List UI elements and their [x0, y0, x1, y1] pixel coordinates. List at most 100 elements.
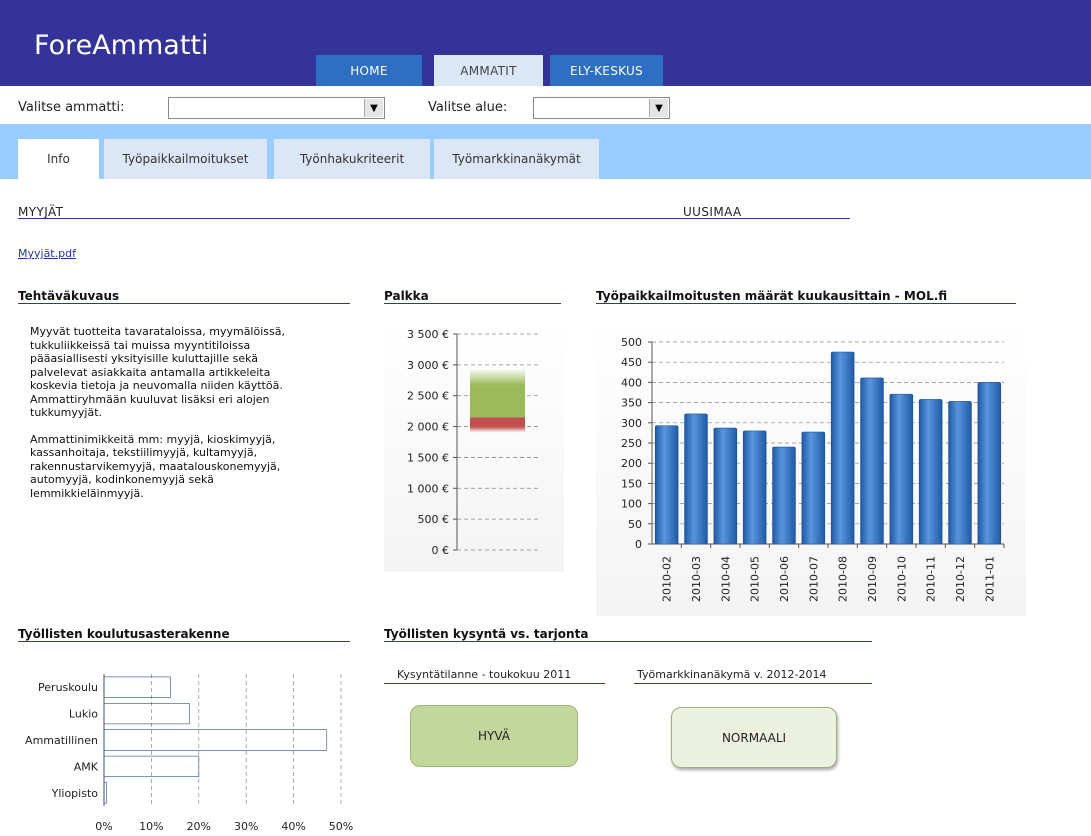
section-title-job-description: Tehtäväkuvaus	[18, 289, 120, 303]
region-select-label: Valitse alue:	[428, 100, 508, 115]
salary-tick-label: 3 000 €	[407, 359, 449, 372]
ads-x-tick-label: 2010-03	[690, 556, 703, 602]
ads-bar	[684, 413, 708, 545]
ads-x-tick-label: 2010-11	[925, 556, 938, 602]
edu-category-label: Ammatillinen	[25, 734, 98, 747]
edu-bar	[103, 703, 190, 725]
header-divider	[18, 218, 850, 219]
edu-category-label: Lukio	[69, 708, 98, 721]
ads-x-tick-label: 2010-06	[778, 556, 791, 602]
ads-y-tick-label: 400	[621, 376, 642, 389]
description-line: pääasiallisesti yksityisille kuluttajill…	[30, 352, 259, 365]
ads-x-tick-label: 2010-04	[719, 556, 732, 602]
ads-bar	[713, 427, 738, 545]
chevron-down-icon[interactable]: ▼	[364, 99, 383, 117]
section-divider	[18, 303, 350, 304]
edu-x-tick-label: 0%	[95, 820, 112, 833]
tab-tyopaikkailmoitukset[interactable]: Työpaikkailmoitukset	[104, 139, 267, 179]
ads-y-tick-label: 300	[621, 417, 642, 430]
ads-x-tick-label: 2011-01	[983, 556, 996, 602]
salary-tick-label: 1 500 €	[407, 451, 449, 464]
description-line: Ammattiryhmään kuuluvat lisäksi eri aloj…	[30, 392, 270, 406]
ads-bar	[860, 377, 884, 545]
outlook-label: Työmarkkinanäkymä v. 2012-2014	[637, 668, 827, 681]
outlook-divider	[634, 683, 872, 684]
description-line: palvelevat asiakkaita antamalla artikkel…	[30, 365, 271, 379]
description-line: Ammattinimikkeitä mm: myyjä, kioskimyyjä…	[30, 432, 276, 446]
ads-x-tick-label: 2010-05	[749, 556, 762, 602]
ads-x-tick-label: 2010-10	[895, 556, 908, 602]
ads-y-tick-label: 450	[621, 356, 642, 369]
description-line: automyyjä, kodinkonemyyjä sekä	[30, 473, 214, 486]
ads-bar	[918, 399, 943, 545]
edu-category-label: Yliopisto	[51, 787, 99, 800]
tab-info[interactable]: Info	[18, 139, 99, 179]
region-select[interactable]: ▼	[533, 97, 670, 119]
ads-x-tick-label: 2010-07	[807, 556, 820, 602]
description-line: lemmikkieläinmyyjä.	[30, 486, 144, 500]
ads-x-tick-label: 2010-12	[954, 556, 967, 602]
nav-home-button[interactable]: HOME	[316, 55, 422, 86]
section-title-education: Työllisten koulutusasterakenne	[18, 627, 230, 641]
ads-bar	[742, 430, 767, 545]
salary-tick-label: 2 500 €	[407, 390, 449, 403]
ads-bar	[889, 393, 914, 545]
ads-y-tick-label: 200	[621, 457, 642, 470]
edu-bar	[103, 676, 171, 698]
demand-label: Kysyntätilanne - toukokuu 2011	[397, 668, 572, 681]
edu-category-label: AMK	[74, 760, 99, 773]
edu-category-label: Peruskoulu	[38, 681, 98, 694]
occupation-select[interactable]: ▼	[168, 97, 385, 119]
ads-y-tick-label: 350	[621, 397, 642, 410]
nav-ely-keskus-button[interactable]: ELY-KESKUS	[550, 55, 663, 86]
region-title: UUSIMAA	[683, 205, 742, 219]
ads-y-tick-label: 0	[635, 538, 642, 551]
ads-x-tick-label: 2010-02	[661, 556, 674, 602]
section-divider	[384, 303, 561, 304]
edu-x-tick-label: 10%	[139, 820, 163, 833]
ads-bar	[948, 401, 972, 545]
description-line: Myyvät tuotteita tavarataloissa, myymälö…	[30, 325, 285, 338]
education-chart: 0% 10% 20% 30% 40% 50% Peruskoulu Lukio Ammatill…	[25, 674, 353, 833]
ads-bar	[830, 351, 855, 545]
job-description-text: Myyvät tuotteita tavarataloissa, myymälö…	[30, 325, 350, 500]
salary-tick-label: 0 €	[432, 544, 450, 557]
edu-x-tick-label: 50%	[329, 820, 353, 833]
nav-ammatit-button[interactable]: AMMATIT	[434, 55, 543, 86]
occupation-select-label: Valitse ammatti:	[18, 100, 125, 115]
job-ads-chart: 0 50 100 150 200 250 300 350 400 450 500 2010-02 201…	[596, 318, 1026, 616]
pdf-link[interactable]: Myyjät.pdf	[18, 247, 76, 260]
ads-y-tick-label: 250	[621, 437, 642, 450]
occupation-title: MYYJÄT	[18, 205, 64, 219]
section-divider	[18, 641, 350, 642]
ads-bar	[801, 431, 826, 545]
section-title-supply-demand: Työllisten kysyntä vs. tarjonta	[384, 627, 589, 641]
description-line: kassanhoitaja, tekstiilimyyjä, kultamyyj…	[30, 446, 258, 459]
tab-tyonhakukriteerit[interactable]: Työnhakukriteerit	[274, 139, 430, 179]
section-divider	[384, 641, 872, 642]
description-line: rakennustarvikemyyjä, maatalouskonemyyjä…	[30, 459, 281, 473]
description-line: tukkumyyjät.	[30, 406, 102, 419]
ads-y-tick-label: 100	[621, 498, 642, 511]
salary-range-upper	[470, 367, 525, 418]
edu-x-tick-label: 40%	[281, 820, 305, 833]
ads-x-tick-label: 2010-09	[866, 556, 879, 602]
description-line: koskevia tietoja ja neuvomalla niiden kä…	[30, 379, 283, 392]
app-logo-title: ForeAmmatti	[34, 30, 209, 61]
salary-tick-label: 3 500 €	[407, 328, 449, 341]
edu-x-tick-label: 20%	[187, 820, 211, 833]
ads-y-tick-label: 50	[628, 518, 642, 531]
tab-tyomarkkinanakymat[interactable]: Työmarkkinanäkymät	[434, 139, 599, 179]
salary-tick-label: 2 000 €	[407, 421, 449, 434]
salary-tick-label: 1 000 €	[407, 482, 449, 495]
ads-bar	[772, 446, 796, 545]
ads-x-tick-label: 2010-08	[837, 556, 850, 602]
chevron-down-icon[interactable]: ▼	[649, 99, 668, 117]
ads-bar	[977, 382, 1002, 545]
salary-chart: 3 500 € 3 000 € 2 500 € 2 000 € 1 500 € 1 000…	[384, 318, 564, 572]
ads-bar	[654, 425, 679, 545]
ads-y-tick-label: 500	[621, 336, 642, 349]
section-title-job-ads: Työpaikkailmoitusten määrät kuukausittai…	[596, 289, 948, 303]
outlook-status-badge: NORMAALI	[671, 707, 837, 768]
edu-x-tick-label: 30%	[234, 820, 258, 833]
